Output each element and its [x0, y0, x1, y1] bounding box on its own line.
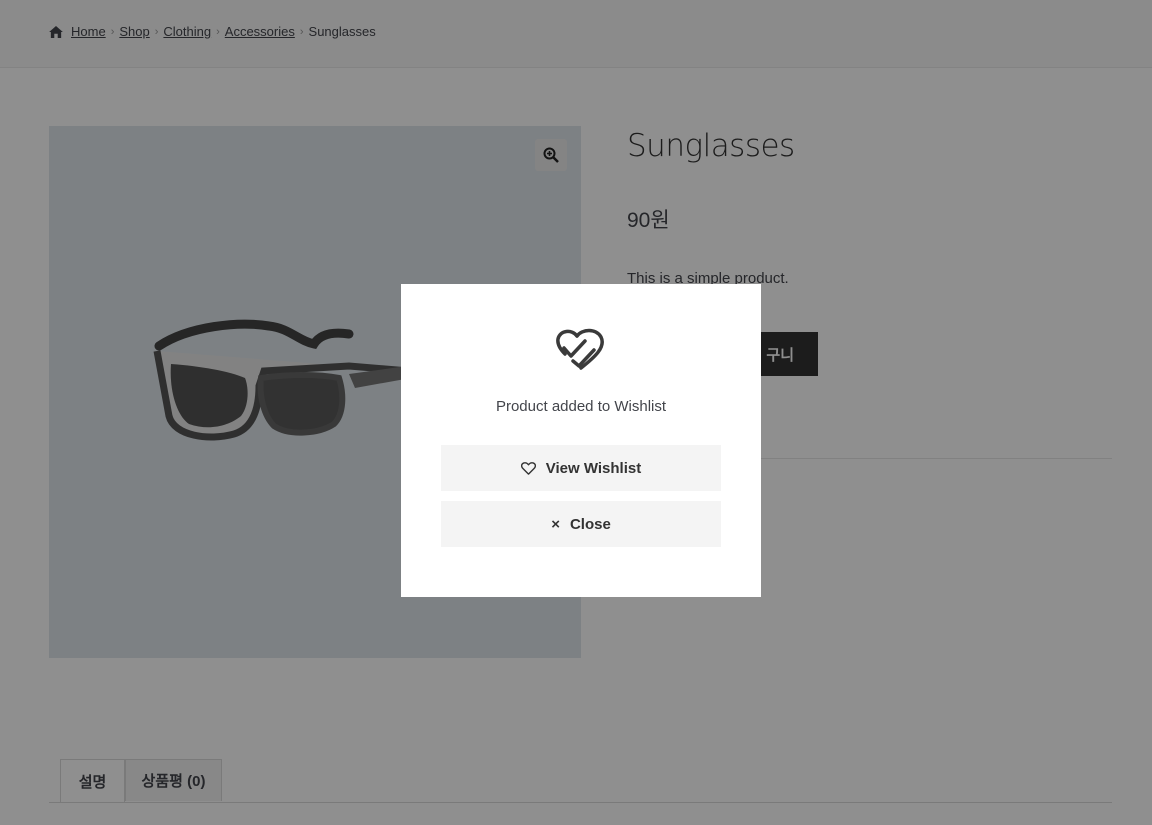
close-icon: × [551, 515, 560, 533]
wishlist-modal: Product added to Wishlist View Wishlist … [401, 284, 761, 597]
close-button[interactable]: × Close [441, 501, 721, 547]
heart-outline-icon [520, 461, 536, 475]
close-label: Close [569, 515, 611, 533]
view-wishlist-button[interactable]: View Wishlist [441, 445, 721, 491]
heart-check-icon [556, 328, 604, 370]
view-wishlist-label: View Wishlist [545, 459, 642, 477]
wishlist-message: Product added to Wishlist [495, 398, 667, 415]
